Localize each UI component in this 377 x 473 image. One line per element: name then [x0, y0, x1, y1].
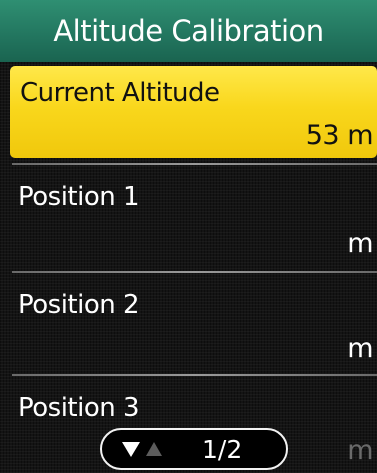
page-indicator: 1/2	[100, 428, 288, 470]
altitude-calibration-screen: Altitude Calibration Current Altitude 53…	[0, 0, 377, 473]
triangle-up-icon[interactable]	[146, 442, 162, 456]
position-1-item[interactable]: Position 1 m	[0, 168, 377, 268]
divider	[12, 271, 377, 273]
position-1-value: m	[347, 228, 373, 259]
position-1-label: Position 1	[18, 182, 140, 212]
current-altitude-item[interactable]: Current Altitude 53 m	[10, 66, 377, 158]
triangle-down-icon[interactable]	[122, 442, 140, 457]
position-3-label: Position 3	[18, 393, 140, 423]
page-title: Altitude Calibration	[0, 0, 377, 62]
current-altitude-value: 53 m	[305, 120, 374, 151]
position-3-value: m	[347, 435, 373, 466]
position-2-item[interactable]: Position 2 m	[0, 276, 377, 374]
page-number: 1/2	[202, 435, 243, 464]
divider	[12, 163, 377, 165]
current-altitude-label: Current Altitude	[20, 78, 220, 108]
divider	[12, 374, 377, 376]
position-2-label: Position 2	[18, 290, 140, 320]
position-2-value: m	[347, 333, 373, 364]
